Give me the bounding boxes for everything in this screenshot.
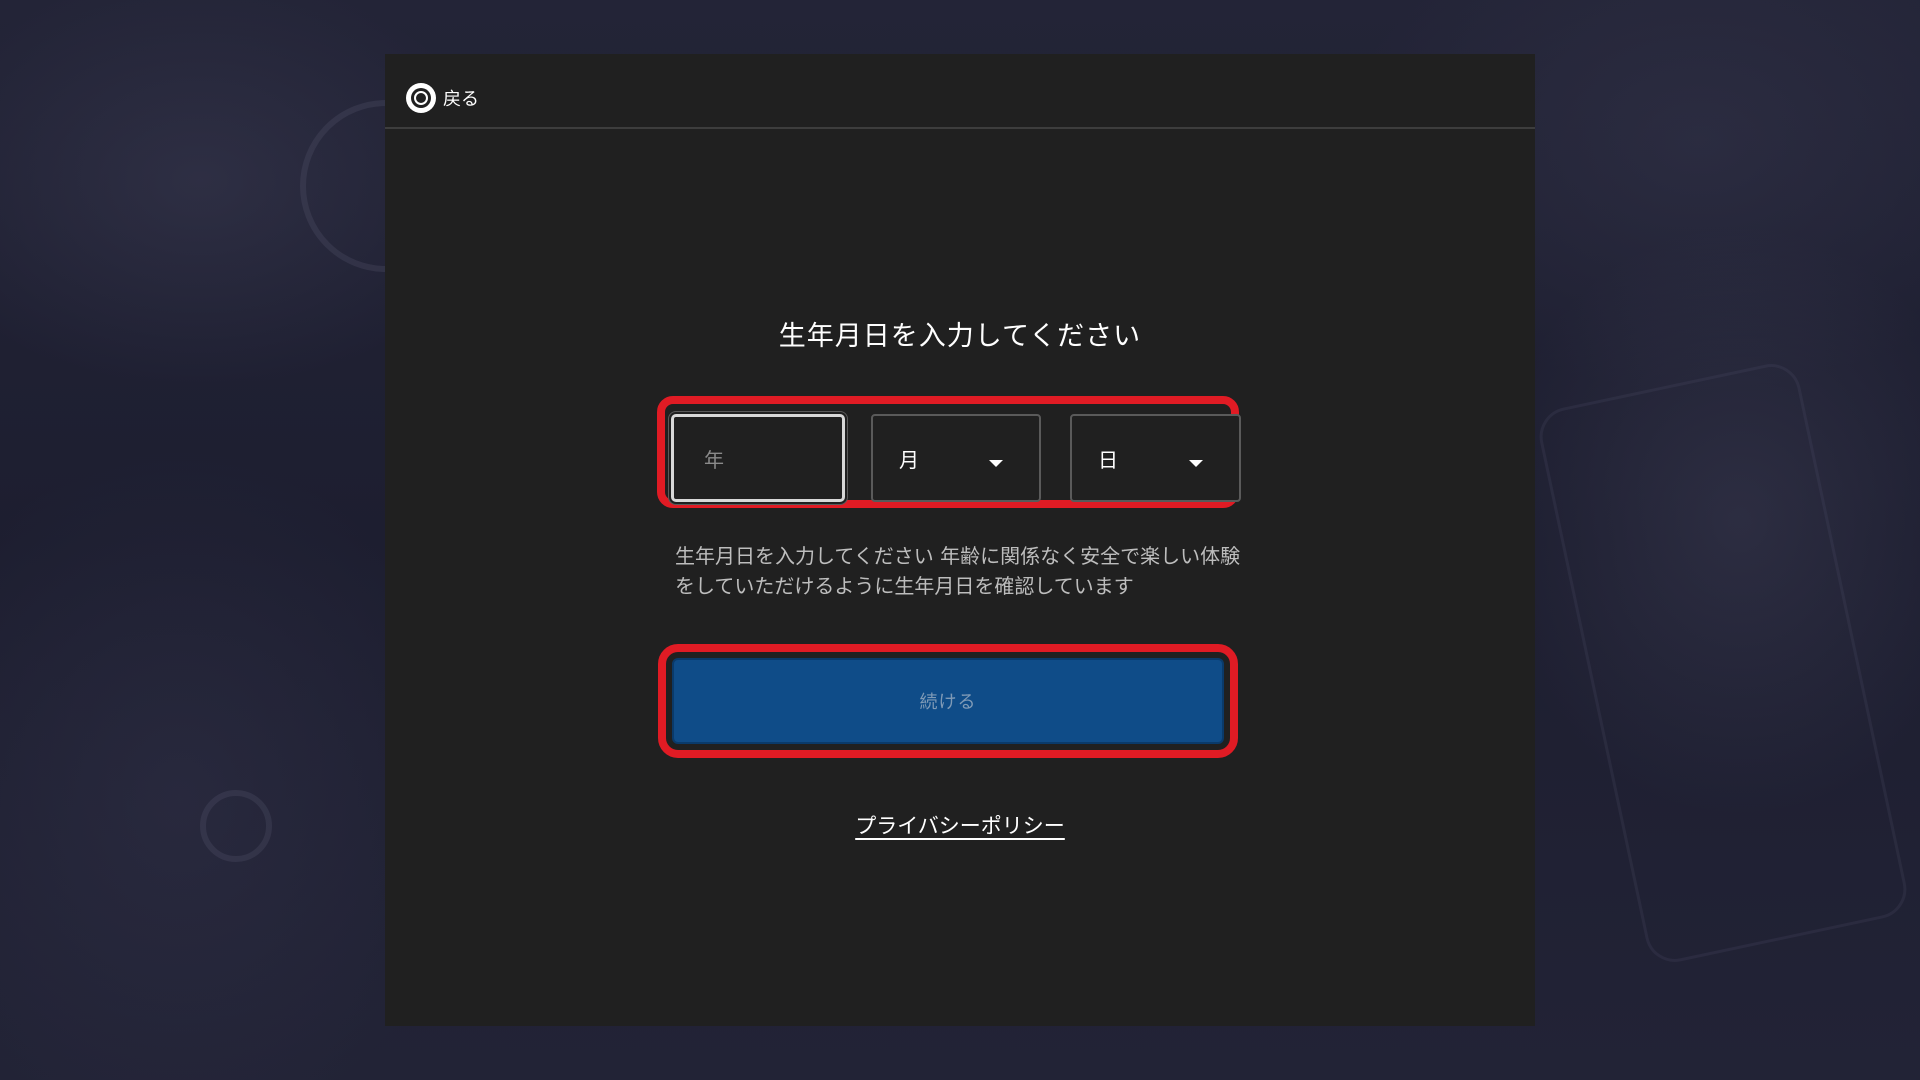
birthdate-dialog: 戻る 生年月日を入力してください 年 月 日 生年月日を入力してください 年齢に…: [385, 54, 1535, 1026]
year-input[interactable]: 年: [671, 414, 845, 502]
back-label: 戻る: [443, 89, 479, 110]
privacy-container: プライバシーポリシー: [385, 810, 1535, 840]
birthdate-fields-highlight: 年 月 日: [657, 396, 1241, 508]
back-button[interactable]: 戻る: [406, 83, 479, 113]
background-decoration: [1534, 358, 1912, 968]
background-decoration: [200, 790, 272, 862]
month-label: 月: [899, 447, 919, 472]
month-select[interactable]: 月: [871, 414, 1041, 502]
continue-button-highlight: 続ける: [658, 644, 1238, 758]
dialog-header: 戻る: [385, 54, 1535, 129]
caret-down-icon: [1189, 460, 1203, 467]
continue-button[interactable]: 続ける: [672, 658, 1224, 744]
circle-button-icon: [406, 83, 436, 113]
year-placeholder: 年: [704, 447, 724, 472]
privacy-policy-link[interactable]: プライバシーポリシー: [855, 814, 1065, 838]
page-title: 生年月日を入力してください: [778, 321, 1142, 352]
continue-label: 続ける: [919, 692, 977, 713]
day-label: 日: [1098, 447, 1118, 472]
caret-down-icon: [989, 460, 1003, 467]
day-select[interactable]: 日: [1070, 414, 1241, 502]
description-text: 生年月日を入力してください 年齢に関係なく安全で楽しい体験をしていただけるように…: [675, 544, 1241, 598]
